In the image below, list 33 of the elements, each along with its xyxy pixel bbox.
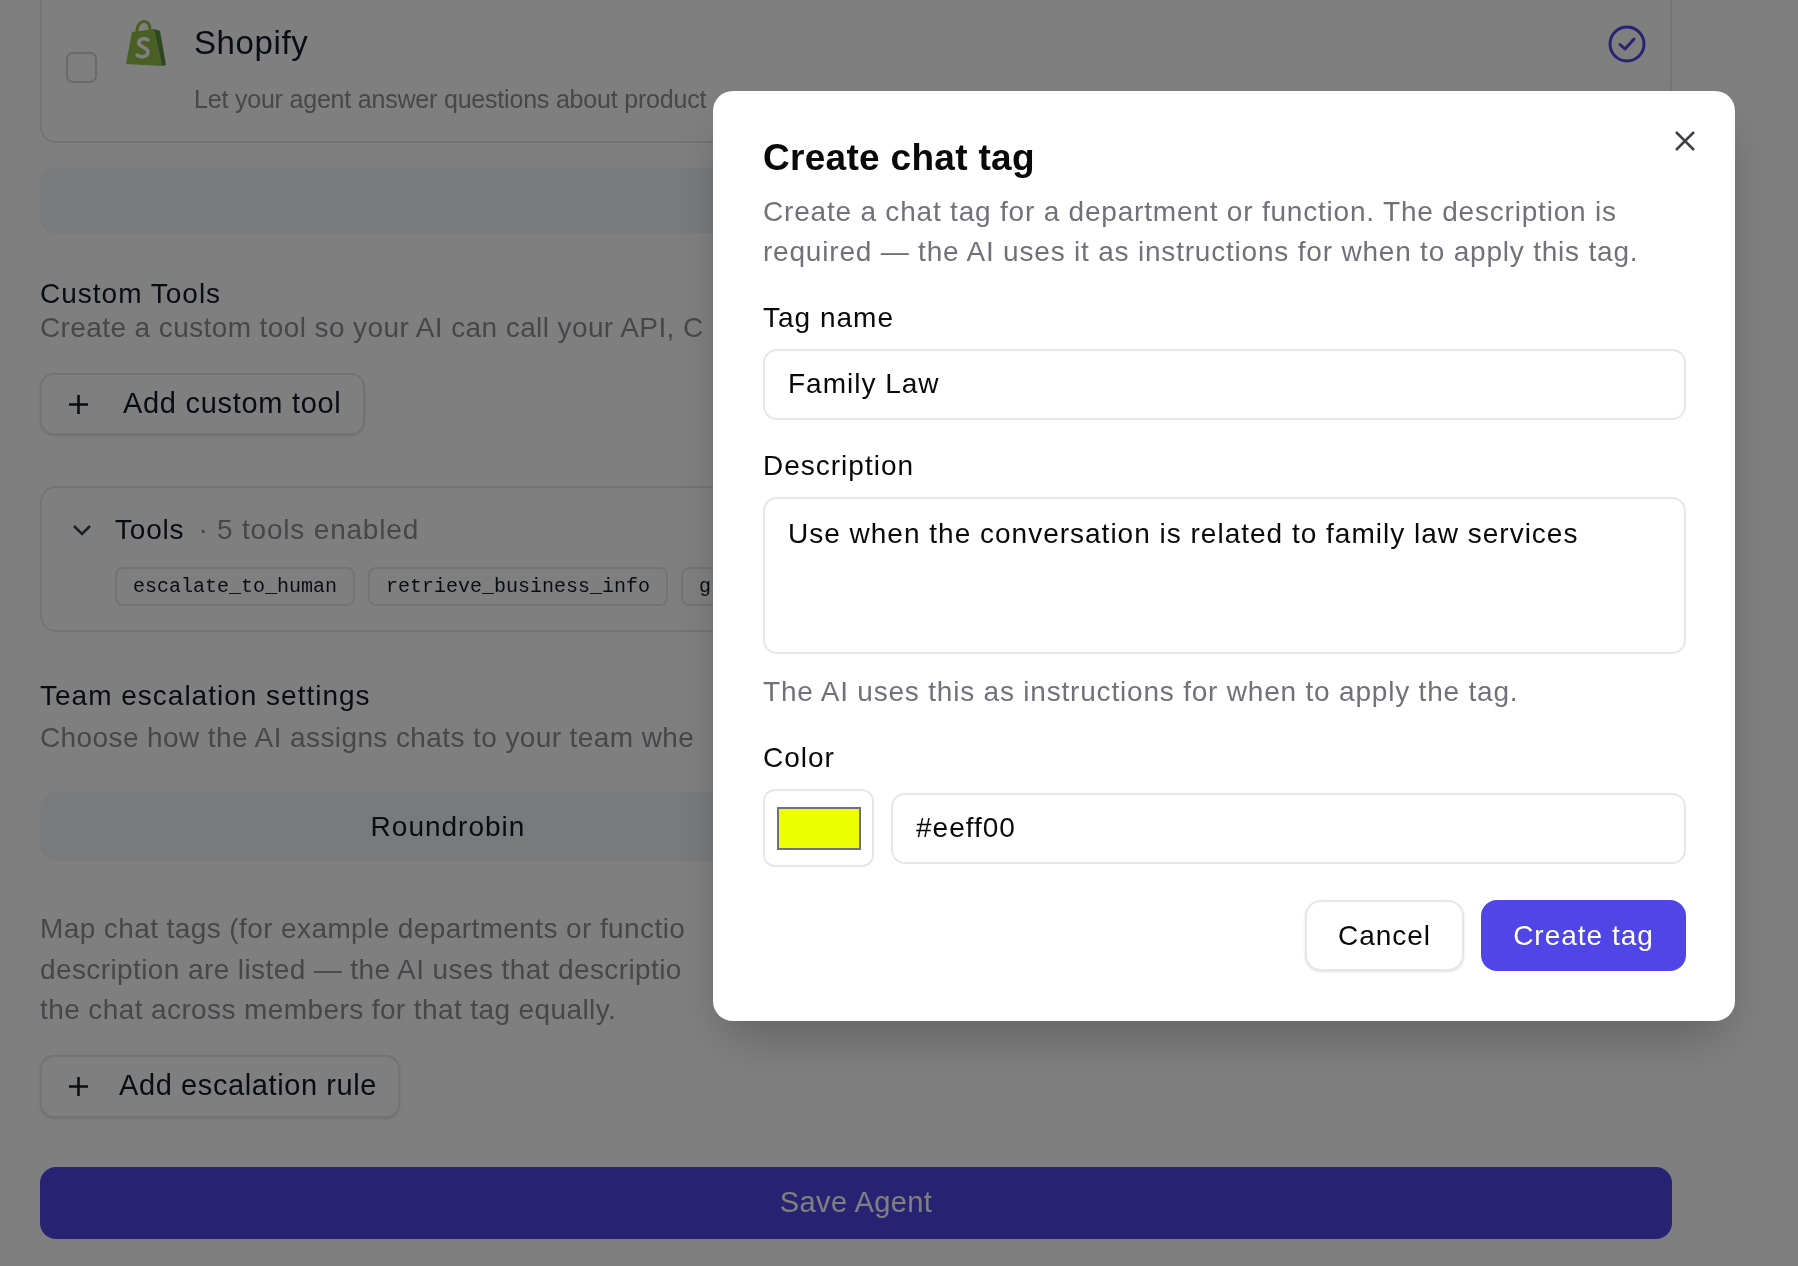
- mode-option[interactable]: Roundrobin: [370, 808, 526, 845]
- section-title: Team escalation settings: [40, 679, 371, 713]
- plus-icon: [68, 393, 89, 415]
- add-escalation-rule-button[interactable]: Add escalation rule: [40, 1054, 401, 1118]
- help-text: The AI uses this as instructions for when to apply the tag.: [763, 675, 1519, 709]
- field-label: Color: [763, 741, 835, 775]
- create-tag-button[interactable]: Create tag: [1481, 900, 1686, 971]
- close-icon: [1674, 130, 1696, 152]
- description-text: Map chat tags (for example departments or functio description are listed — the AI uses that descriptio the chat across members for that tag equally.: [40, 912, 686, 1027]
- field-label: Description: [763, 448, 915, 483]
- close-button[interactable]: [1674, 130, 1696, 152]
- field-label: Tag name: [763, 301, 894, 335]
- tool-chip: escalate_to_human: [115, 567, 356, 606]
- panel-title: Tools: [115, 513, 185, 547]
- chevron-down-icon[interactable]: [72, 524, 92, 536]
- section-title: Custom Tools: [40, 277, 222, 311]
- dialog-description: Create a chat tag for a department or function. The description is required — the AI uses it as instructions for when to apply this tag.: [763, 195, 1640, 269]
- section-description: Create a custom tool so your AI can call your API, C: [40, 311, 704, 345]
- section-description: Choose how the AI assigns chats to your team whe: [40, 721, 695, 755]
- plus-icon: [68, 1075, 89, 1097]
- shopping-bag-icon: [124, 20, 168, 68]
- panel-summary: · 5 tools enabled: [198, 513, 419, 547]
- tag-name-field[interactable]: Family Law: [763, 349, 1686, 420]
- color-picker-button[interactable]: [763, 789, 874, 867]
- dialog-title: Create chat tag: [763, 136, 1035, 180]
- cancel-button[interactable]: Cancel: [1305, 900, 1464, 971]
- tool-chip: retrieve_business_info: [368, 567, 669, 606]
- hex-color-field[interactable]: #eeff00: [891, 792, 1686, 864]
- add-custom-tool-button[interactable]: Add custom tool: [40, 373, 366, 435]
- description-field[interactable]: Use when the conversation is related to family law services: [763, 496, 1686, 654]
- integration-description: Let your agent answer questions about product: [194, 84, 707, 115]
- save-agent-button[interactable]: Save Agent: [40, 1166, 1672, 1239]
- integration-name: Shopify: [194, 23, 309, 63]
